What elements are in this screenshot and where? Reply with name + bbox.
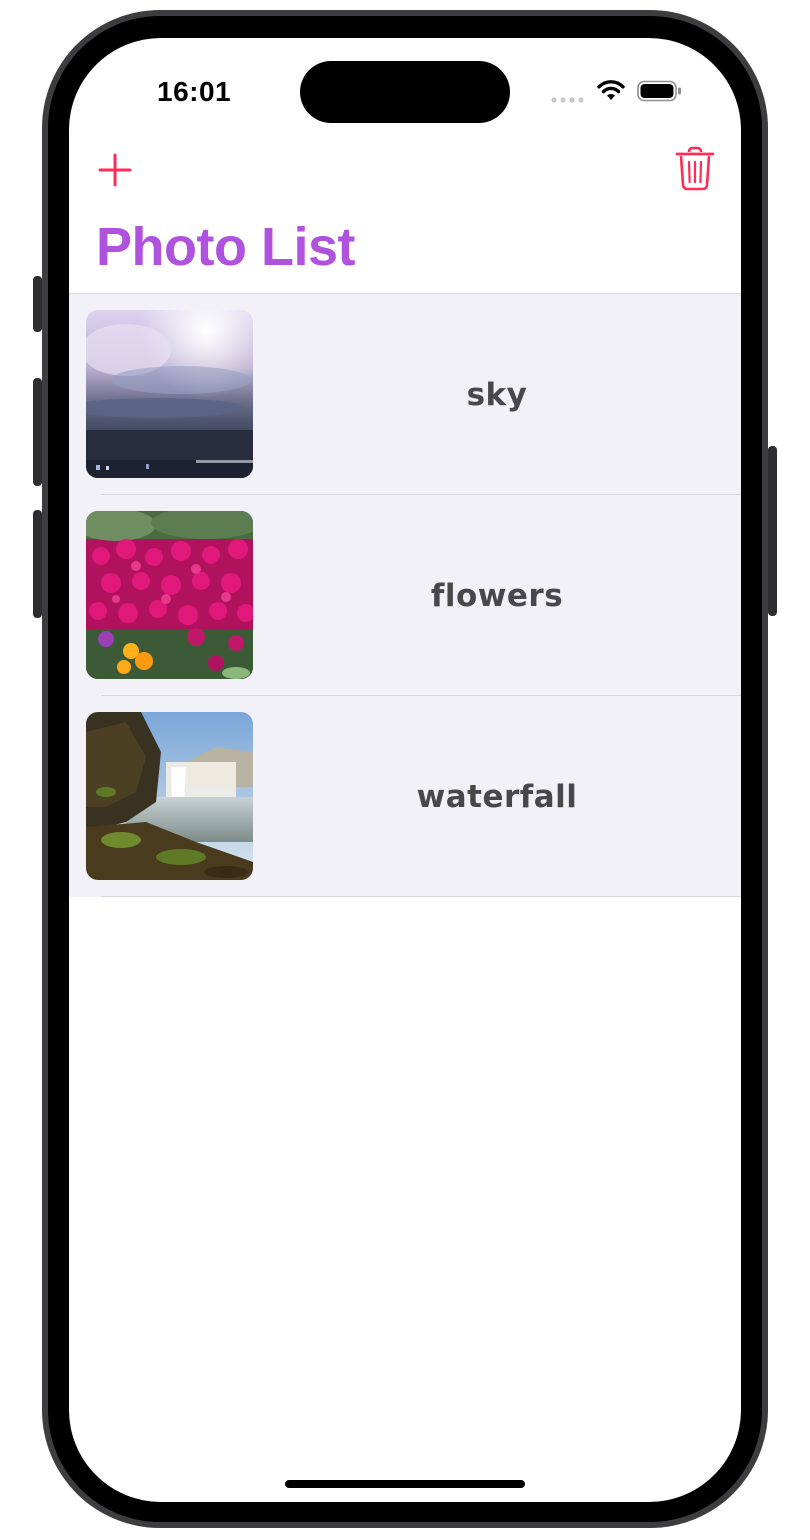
volume-down-button (33, 510, 42, 618)
row-divider (101, 896, 741, 897)
photo-list: sky flowers waterfall (69, 293, 741, 897)
delete-button[interactable] (675, 146, 715, 192)
waterfall-photo (86, 712, 253, 880)
plus-icon (98, 153, 132, 187)
home-indicator[interactable] (285, 1480, 525, 1488)
sky-photo (86, 310, 253, 478)
photo-label: sky (466, 376, 528, 413)
action-button (33, 276, 42, 332)
trash-icon (675, 146, 715, 191)
photo-row-waterfall[interactable]: waterfall (69, 696, 741, 897)
page-title: Photo List (96, 217, 355, 277)
flowers-photo (86, 511, 253, 679)
photo-row-flowers[interactable]: flowers (69, 495, 741, 696)
screen: 16:01 Photo List sky flowers waterfall (69, 38, 741, 1502)
wifi-icon (597, 80, 625, 100)
volume-up-button (33, 378, 42, 486)
battery-icon (637, 80, 681, 102)
photo-label: flowers (430, 577, 564, 614)
status-bar: 16:01 (69, 38, 741, 148)
add-photo-button[interactable] (97, 152, 133, 188)
status-time: 16:01 (157, 76, 232, 107)
cellular-signal-icon (551, 97, 584, 103)
photo-label: waterfall (416, 778, 578, 815)
power-button (768, 446, 777, 616)
photo-row-sky[interactable]: sky (69, 294, 741, 495)
dynamic-island (300, 61, 510, 123)
